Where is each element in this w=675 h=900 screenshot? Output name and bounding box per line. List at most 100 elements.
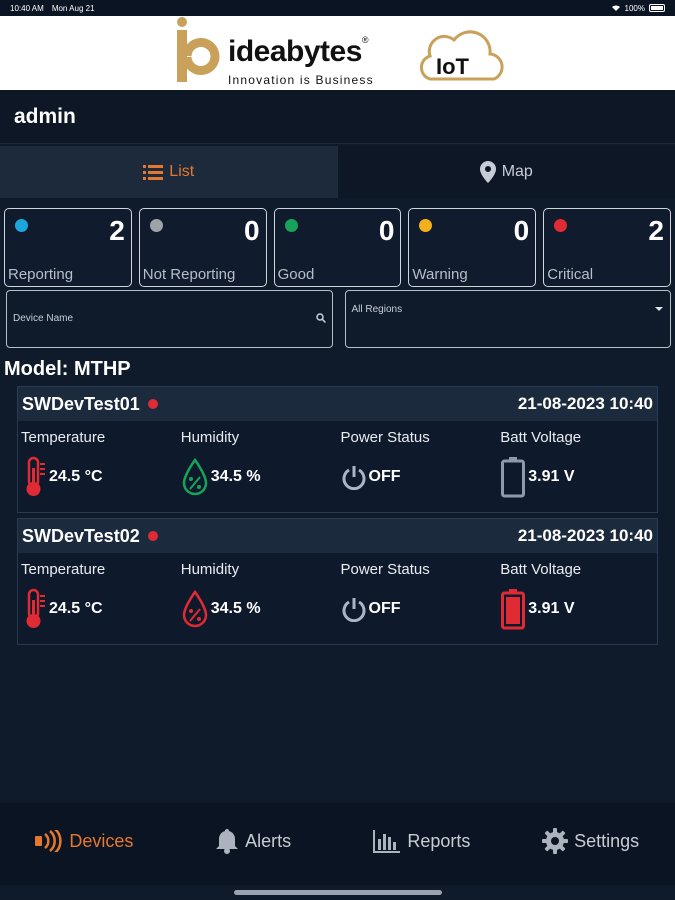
map-pin-icon (479, 161, 496, 183)
device-name: SWDevTest02 (22, 525, 140, 546)
metric-label: Batt Voltage (500, 429, 582, 446)
stat-label: Critical (547, 266, 594, 283)
tab-list[interactable]: List (0, 146, 338, 198)
status-dot-icon (554, 219, 568, 232)
filters: Device Name All Regions (6, 290, 671, 348)
stat-critical[interactable]: 2 Critical (543, 208, 671, 287)
status-dot-icon (149, 219, 163, 232)
metric-label: Humidity (180, 429, 240, 446)
device-card[interactable]: SWDevTest01 21-08-2023 10:40 Temperature… (17, 386, 658, 513)
metric-value: 3.91 V (528, 600, 575, 617)
power-icon (342, 598, 365, 622)
thermometer-icon (26, 588, 45, 628)
metric-batt-voltage: Batt Voltage 3.91 V (497, 421, 657, 499)
device-name-search-input[interactable]: Device Name (6, 290, 333, 348)
power-icon (342, 466, 365, 490)
gear-icon (542, 828, 569, 854)
status-dot-icon (15, 219, 28, 232)
tab-devices[interactable]: Devices (0, 803, 169, 885)
tab-settings[interactable]: Settings (506, 803, 675, 885)
humidity-drop-icon (182, 457, 208, 496)
metric-humidity: Humidity 34.5 % (178, 421, 338, 499)
stat-good[interactable]: 0 Good (273, 208, 402, 287)
tab-reports-label: Reports (407, 830, 471, 851)
battery-percent: 100% (624, 3, 645, 13)
stat-count: 0 (513, 215, 530, 246)
wifi-icon (611, 5, 620, 11)
critical-status-dot-icon (147, 399, 158, 409)
stat-count: 0 (244, 215, 260, 246)
brand-name: ideabytes® (228, 35, 369, 68)
region-select[interactable]: All Regions (344, 290, 671, 348)
metric-power-status: Power Status OFF (338, 553, 498, 631)
stat-not-reporting[interactable]: 0 Not Reporting (138, 208, 267, 287)
metric-temperature: Temperature 24.5 °C (18, 553, 178, 631)
status-dot-icon (419, 219, 433, 232)
humidity-drop-icon (182, 589, 208, 628)
battery-critical-icon (501, 589, 526, 630)
battery-level-icon (501, 457, 526, 498)
tab-list-label: List (169, 163, 195, 180)
tab-map[interactable]: Map (337, 146, 675, 198)
brand-banner: ideabytes® Innovation is Business IoT (0, 16, 675, 90)
stat-label: Good (277, 266, 315, 283)
metric-label: Power Status (340, 429, 430, 446)
thermometer-icon (26, 456, 45, 496)
chevron-down-icon (655, 307, 663, 311)
metric-label: Power Status (340, 561, 430, 578)
user-name: admin (0, 90, 675, 144)
stat-label: Not Reporting (142, 266, 236, 283)
home-indicator[interactable] (234, 890, 442, 895)
metric-value: 24.5 °C (49, 600, 103, 617)
device-card-header: SWDevTest01 21-08-2023 10:40 (18, 387, 657, 421)
metric-label: Humidity (180, 561, 240, 578)
tab-map-label: Map (501, 163, 533, 180)
stat-count: 2 (648, 215, 664, 246)
metric-value: 3.91 V (528, 468, 575, 485)
stat-count: 0 (378, 215, 395, 246)
device-name: SWDevTest01 (22, 393, 140, 414)
bottom-tab-bar: Devices Alerts Reports Settings (0, 803, 675, 885)
stat-warning[interactable]: 0 Warning (408, 208, 537, 287)
metric-label: Temperature (21, 429, 106, 446)
view-toggle: List Map (0, 146, 675, 198)
stat-reporting[interactable]: 2 Reporting (4, 208, 132, 287)
status-date: Mon Aug 21 (51, 3, 95, 13)
metric-value: OFF (368, 600, 401, 617)
metric-batt-voltage: Batt Voltage 3.91 V (497, 553, 657, 631)
stat-label: Warning (412, 266, 468, 283)
stat-label: Reporting (8, 266, 74, 283)
device-card[interactable]: SWDevTest02 21-08-2023 10:40 Temperature… (17, 518, 658, 645)
metric-temperature: Temperature 24.5 °C (18, 421, 178, 499)
model-heading: Model: MTHP (4, 358, 131, 380)
devices-icon (35, 830, 62, 852)
critical-status-dot-icon (147, 531, 158, 541)
search-icon (315, 313, 326, 323)
metric-value: 34.5 % (210, 468, 261, 485)
brand-tagline: Innovation is Business (228, 73, 374, 87)
device-card-header: SWDevTest02 21-08-2023 10:40 (18, 519, 657, 553)
iot-badge: IoT (436, 54, 469, 79)
device-timestamp: 21-08-2023 10:40 (517, 394, 653, 413)
stat-count: 2 (109, 215, 125, 246)
device-name-placeholder: Device Name (13, 313, 74, 324)
region-selected-value: All Regions (351, 304, 403, 315)
bell-icon (216, 829, 239, 854)
tab-reports[interactable]: Reports (338, 803, 507, 885)
tab-devices-label: Devices (69, 830, 134, 851)
battery-icon (649, 4, 665, 12)
status-time: 10:40 AM (10, 3, 44, 13)
device-timestamp: 21-08-2023 10:40 (517, 526, 653, 545)
metric-label: Batt Voltage (500, 561, 582, 578)
tab-alerts[interactable]: Alerts (169, 803, 338, 885)
status-dot-icon (284, 219, 298, 232)
metric-value: 24.5 °C (49, 468, 103, 485)
metric-value: OFF (368, 468, 401, 485)
list-icon (143, 165, 164, 180)
tab-settings-label: Settings (574, 830, 640, 851)
metric-value: 34.5 % (210, 600, 261, 617)
status-bar: 10:40 AM Mon Aug 21 100% (0, 0, 675, 16)
metric-power-status: Power Status OFF (338, 421, 498, 499)
reports-icon (373, 830, 401, 853)
status-summary: 2 Reporting 0 Not Reporting 0 Good 0 War… (4, 208, 671, 287)
